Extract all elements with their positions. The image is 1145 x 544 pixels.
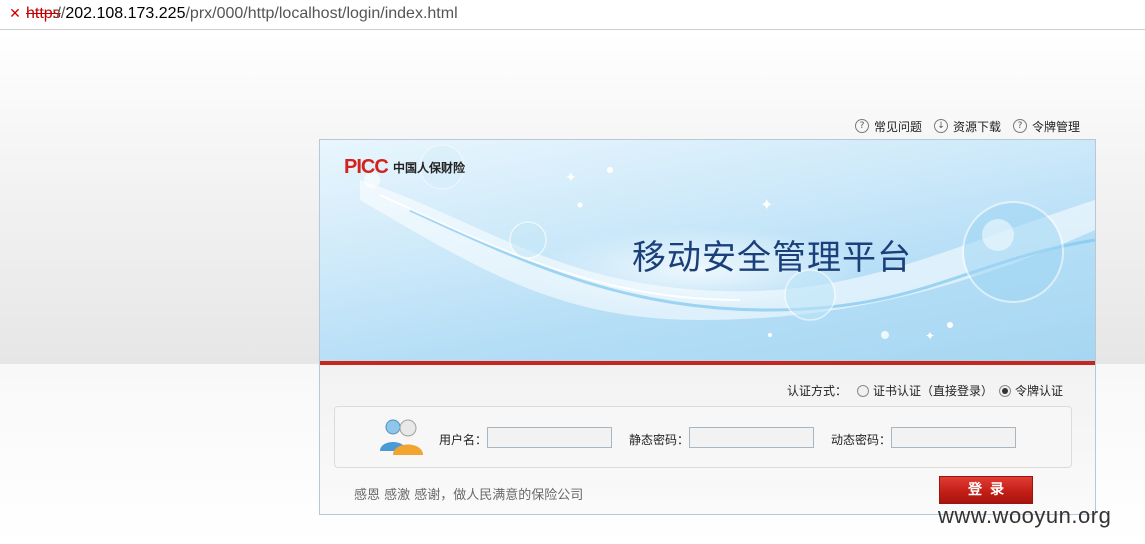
question-icon: ? bbox=[855, 119, 869, 133]
auth-mode-label: 认证方式： bbox=[786, 384, 847, 398]
page-title: 移动安全管理平台 bbox=[632, 238, 912, 278]
download-link[interactable]: ↓ 资源下载 bbox=[934, 118, 1001, 135]
address-bar[interactable]: ✕ https ://202.108.173.225/prx/000/http/… bbox=[0, 0, 1145, 30]
credentials-box: 用户名： 静态密码： 动态密码： bbox=[334, 406, 1072, 468]
broken-lock-icon[interactable]: ✕ bbox=[6, 5, 24, 23]
dynamic-password-input[interactable] bbox=[891, 427, 1016, 448]
address-url[interactable]: ://202.108.173.225/prx/000/http/localhos… bbox=[52, 4, 458, 24]
address-host: 202.108.173.225 bbox=[65, 5, 186, 22]
login-button[interactable]: 登录 bbox=[939, 476, 1033, 504]
token-auth-label[interactable]: 令牌认证 bbox=[1015, 382, 1063, 399]
svg-text:✦: ✦ bbox=[565, 170, 577, 186]
static-password-input[interactable] bbox=[689, 427, 814, 448]
faq-link[interactable]: ? 常见问题 bbox=[855, 118, 922, 135]
auth-mode-selector: 认证方式： 证书认证（直接登录） 令牌认证 bbox=[787, 382, 1063, 399]
users-icon bbox=[380, 419, 423, 455]
static-password-label: 静态密码： bbox=[629, 433, 690, 447]
svg-text:✦: ✦ bbox=[760, 195, 773, 214]
login-form-area: 认证方式： 证书认证（直接登录） 令牌认证 用户名： 静态密码： 动态密码： 感… bbox=[320, 365, 1095, 514]
token-management-link[interactable]: ? 令牌管理 bbox=[1013, 118, 1080, 135]
token-auth-radio[interactable] bbox=[998, 384, 1011, 397]
certificate-auth-label[interactable]: 证书认证（直接登录） bbox=[873, 382, 993, 399]
username-label: 用户名： bbox=[439, 433, 488, 447]
slogan: 感恩 感激 感谢，做人民满意的保险公司 bbox=[354, 488, 584, 503]
address-path: /prx/000/http/localhost/login/index.html bbox=[185, 5, 458, 22]
picc-logo: PICC bbox=[344, 156, 389, 178]
username-input[interactable] bbox=[487, 427, 612, 448]
svg-text:✦: ✦ bbox=[925, 329, 935, 343]
address-separator: :// bbox=[52, 5, 66, 22]
watermark: www.wooyun.org bbox=[938, 503, 1112, 528]
download-icon: ↓ bbox=[934, 119, 949, 133]
token-management-link-label: 令牌管理 bbox=[1032, 119, 1081, 134]
banner: ✦ ✦ ✦ PICC 中国人保财险 移动安全管理平台 bbox=[320, 140, 1095, 361]
certificate-auth-radio[interactable] bbox=[856, 384, 869, 397]
dynamic-password-label: 动态密码： bbox=[831, 433, 892, 447]
top-links: ? 常见问题 ↓ 资源下载 ? 令牌管理 bbox=[855, 117, 1080, 135]
faq-link-label: 常见问题 bbox=[874, 119, 923, 134]
login-panel: ✦ ✦ ✦ PICC 中国人保财险 移动安全管理平台 认证方式： 证书认证（直接… bbox=[319, 139, 1096, 515]
logo-chinese-name: 中国人保财险 bbox=[393, 161, 466, 175]
question-icon: ? bbox=[1013, 119, 1028, 133]
download-link-label: 资源下载 bbox=[953, 119, 1002, 134]
